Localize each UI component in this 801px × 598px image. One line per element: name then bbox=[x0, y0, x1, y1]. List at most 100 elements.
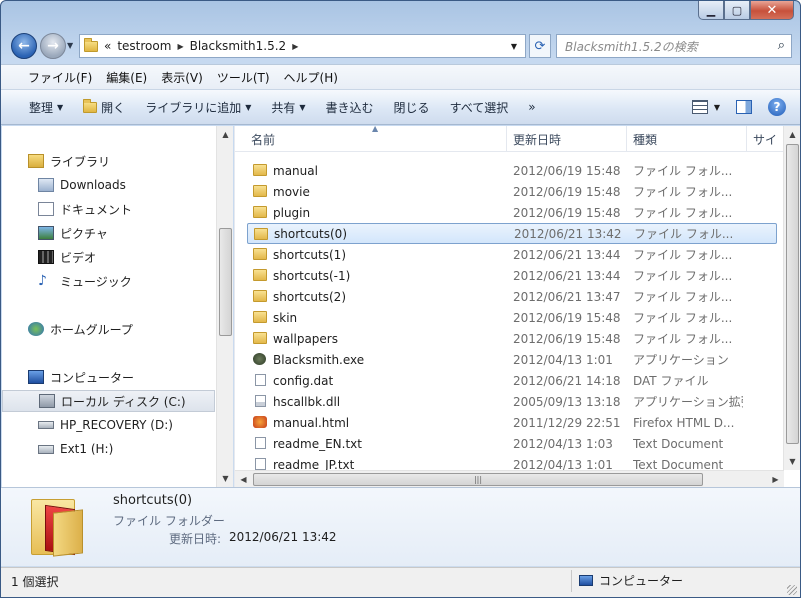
resize-grip[interactable] bbox=[787, 585, 797, 595]
details-name: shortcuts(0) bbox=[113, 493, 193, 508]
chevron-right-icon[interactable]: ▶ bbox=[177, 42, 183, 51]
nav-documents[interactable]: ドキュメント bbox=[2, 198, 215, 220]
file-row[interactable]: shortcuts(1) 2012/06/21 13:44 ファイル フォル... bbox=[247, 244, 777, 265]
history-dropdown[interactable]: ▼ bbox=[67, 41, 73, 50]
file-row[interactable]: plugin 2012/06/19 15:48 ファイル フォル... bbox=[247, 202, 777, 223]
refresh-button[interactable]: ⟳ bbox=[529, 34, 551, 58]
file-vscroll-thumb[interactable] bbox=[786, 144, 799, 444]
file-date: 2005/09/13 13:18 bbox=[513, 394, 621, 409]
file-row[interactable]: readme_JP.txt 2012/04/13 1:01 Text Documen… bbox=[247, 454, 777, 470]
file-row[interactable]: wallpapers 2012/06/19 15:48 ファイル フォル... bbox=[247, 328, 777, 349]
navigation-tree: ライブラリ Downloads ドキュメント ピクチャ ビデオ ♪ ミュージック bbox=[2, 126, 215, 487]
music-note-icon: ♪ bbox=[38, 273, 47, 289]
address-bar[interactable]: « testroom ▶ Blacksmith1.5.2 ▶ ▼ bbox=[79, 34, 526, 58]
menu-file[interactable]: ファイル(F) bbox=[21, 69, 99, 86]
file-row[interactable]: config.dat 2012/06/21 14:18 DAT ファイル bbox=[247, 370, 777, 391]
column-modified[interactable]: 更新日時 bbox=[507, 126, 627, 152]
file-row[interactable]: Blacksmith.exe 2012/04/13 1:01 アプリケーション bbox=[247, 349, 777, 370]
nav-recovery[interactable]: HP_RECOVERY (D:) bbox=[2, 414, 215, 436]
nav-music[interactable]: ♪ ミュージック bbox=[2, 270, 215, 292]
select-all-button[interactable]: すべて選択 bbox=[440, 99, 519, 116]
maximize-button[interactable]: ▢ bbox=[724, 1, 750, 20]
file-row[interactable]: readme_EN.txt 2012/04/13 1:03 Text Documen… bbox=[247, 433, 777, 454]
nav-pictures[interactable]: ピクチャ bbox=[2, 222, 215, 244]
refresh-icon: ⟳ bbox=[534, 38, 546, 54]
file-type: DAT ファイル bbox=[633, 374, 709, 388]
search-icon[interactable]: ⌕ bbox=[778, 38, 785, 53]
help-icon[interactable]: ? bbox=[768, 98, 786, 116]
search-input[interactable]: Blacksmith1.5.2の検索 ⌕ bbox=[556, 34, 792, 58]
caption-buttons: ▁ ▢ ✕ bbox=[698, 1, 794, 20]
more-commands-button[interactable]: » bbox=[518, 100, 545, 114]
details-modified-label: 更新日時: bbox=[169, 532, 222, 546]
organize-button[interactable]: 整理 ▼ bbox=[19, 99, 73, 116]
share-button[interactable]: 共有 ▼ bbox=[261, 99, 315, 116]
close-folder-button[interactable]: 閉じる bbox=[384, 99, 440, 116]
column-size[interactable]: サイ bbox=[747, 126, 787, 152]
chevron-right-icon[interactable]: ▶ bbox=[767, 471, 784, 488]
status-selection: 1 個選択 bbox=[11, 575, 59, 589]
nav-label: ドキュメント bbox=[60, 202, 133, 217]
nav-scrollbar-thumb[interactable] bbox=[219, 228, 232, 336]
change-view-button[interactable]: ▼ bbox=[691, 100, 720, 114]
burn-button[interactable]: 書き込む bbox=[316, 99, 384, 116]
minimize-button[interactable]: ▁ bbox=[698, 1, 724, 20]
add-to-library-button[interactable]: ライブラリに追加 ▼ bbox=[135, 99, 261, 116]
chevron-up-icon[interactable]: ▲ bbox=[217, 126, 234, 143]
menu-edit[interactable]: 編集(E) bbox=[99, 69, 154, 86]
breadcrumb-overflow[interactable]: « bbox=[104, 39, 111, 53]
menu-tools[interactable]: ツール(T) bbox=[210, 69, 277, 86]
file-row[interactable]: manual 2012/06/19 15:48 ファイル フォル... bbox=[247, 160, 777, 181]
arrow-left-icon: ← bbox=[18, 38, 30, 54]
nav-local-disk[interactable]: ローカル ディスク (C:) bbox=[2, 390, 215, 412]
file-horizontal-scrollbar[interactable]: ◀ ||| ▶ bbox=[235, 470, 784, 487]
file-row-selected[interactable]: shortcuts(0) 2012/06/21 13:42 ファイル フォル... bbox=[247, 223, 777, 244]
preview-pane-icon[interactable] bbox=[736, 100, 752, 114]
file-type: ファイル フォル... bbox=[633, 290, 733, 304]
file-vertical-scrollbar[interactable]: ▲ ▼ bbox=[783, 126, 800, 470]
file-hscroll-thumb[interactable]: ||| bbox=[253, 473, 703, 486]
open-button[interactable]: 開く bbox=[73, 98, 135, 116]
nav-videos[interactable]: ビデオ bbox=[2, 246, 215, 268]
nav-homegroup[interactable]: ホームグループ bbox=[2, 318, 215, 340]
organize-label: 整理 bbox=[29, 100, 54, 115]
nav-downloads[interactable]: Downloads bbox=[2, 174, 215, 196]
breadcrumb-blacksmith[interactable]: Blacksmith1.5.2 bbox=[190, 39, 287, 53]
chevron-up-icon[interactable]: ▲ bbox=[784, 126, 800, 143]
arrow-right-icon: → bbox=[47, 38, 59, 54]
file-row[interactable]: shortcuts(2) 2012/06/21 13:47 ファイル フォル... bbox=[247, 286, 777, 307]
file-name: shortcuts(0) bbox=[274, 226, 347, 241]
file-type: ファイル フォル... bbox=[634, 227, 734, 241]
nav-scrollbar[interactable]: ▲ ▼ bbox=[216, 126, 233, 487]
nav-label: ローカル ディスク (C:) bbox=[61, 394, 186, 409]
file-row[interactable]: shortcuts(-1) 2012/06/21 13:44 ファイル フォル... bbox=[247, 265, 777, 286]
application-icon bbox=[253, 353, 266, 365]
file-date: 2012/06/21 13:44 bbox=[513, 247, 621, 262]
file-row[interactable]: skin 2012/06/19 15:48 ファイル フォル... bbox=[247, 307, 777, 328]
file-type: ファイル フォル... bbox=[633, 269, 733, 283]
chevron-left-icon[interactable]: ◀ bbox=[235, 471, 252, 488]
chevron-down-icon[interactable]: ▼ bbox=[511, 42, 517, 51]
file-date: 2012/06/21 14:18 bbox=[513, 373, 621, 388]
chevron-down-icon[interactable]: ▼ bbox=[784, 453, 800, 470]
breadcrumb-testroom[interactable]: testroom bbox=[117, 39, 171, 53]
chevron-right-icon[interactable]: ▶ bbox=[292, 42, 298, 51]
nav-libraries[interactable]: ライブラリ bbox=[2, 150, 215, 172]
close-button[interactable]: ✕ bbox=[750, 1, 794, 20]
nav-label: ホームグループ bbox=[50, 322, 133, 337]
chevron-down-icon[interactable]: ▼ bbox=[217, 470, 234, 487]
menu-help[interactable]: ヘルプ(H) bbox=[277, 69, 345, 86]
file-row[interactable]: hscallbk.dll 2005/09/13 13:18 アプリケーション拡張 bbox=[247, 391, 777, 412]
menu-view[interactable]: 表示(V) bbox=[154, 69, 210, 86]
file-row[interactable]: manual.html 2011/12/29 22:51 Firefox HTML … bbox=[247, 412, 777, 433]
file-row[interactable]: movie 2012/06/19 15:48 ファイル フォル... bbox=[247, 181, 777, 202]
back-button[interactable]: ← bbox=[11, 33, 37, 59]
nav-computer[interactable]: コンピューター bbox=[2, 366, 215, 388]
column-type[interactable]: 種類 bbox=[627, 126, 747, 152]
column-name[interactable]: 名前 bbox=[245, 126, 507, 152]
nav-ext1[interactable]: Ext1 (H:) bbox=[2, 438, 215, 460]
file-type: アプリケーション bbox=[633, 353, 729, 367]
forward-button[interactable]: → bbox=[40, 33, 66, 59]
folder-icon bbox=[253, 185, 267, 197]
file-type: ファイル フォル... bbox=[633, 206, 733, 220]
